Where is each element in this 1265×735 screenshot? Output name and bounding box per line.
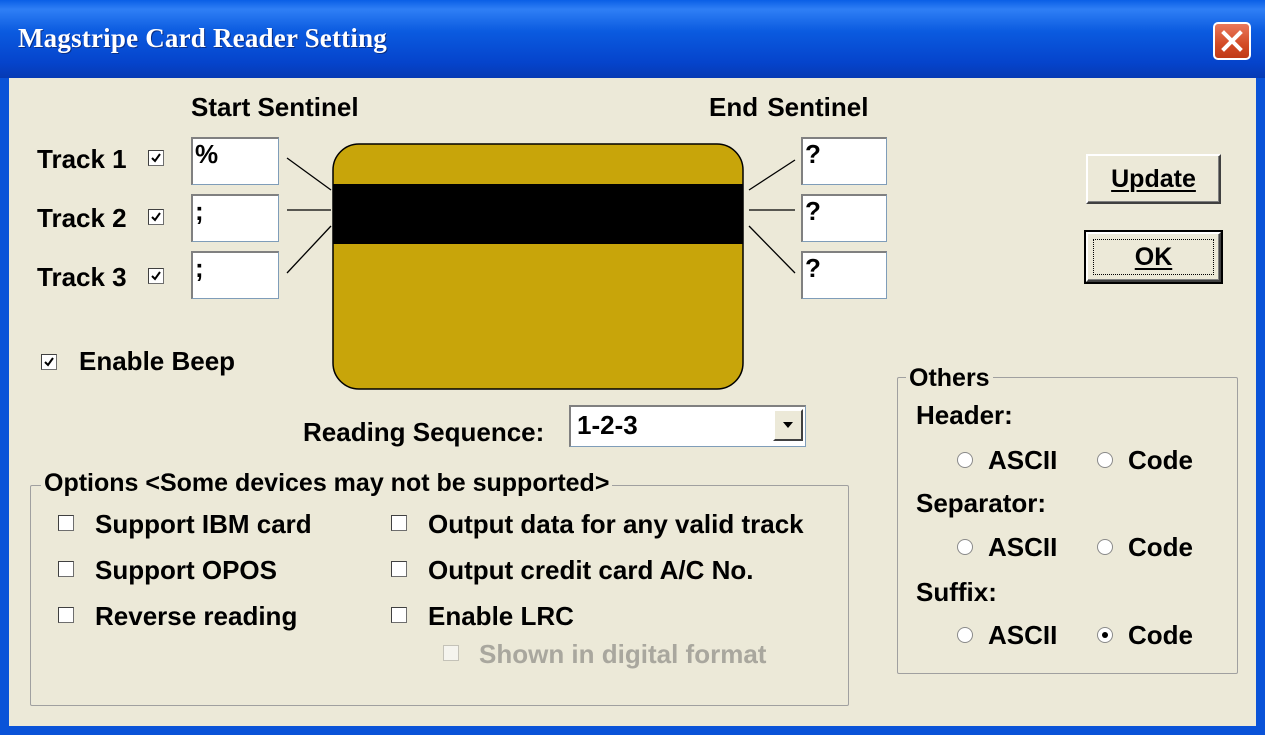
dropdown-arrow-button[interactable] [773,409,803,441]
suffix-ascii-label: ASCII [988,620,1058,650]
support-ibm-card-label: Support IBM card [95,509,312,539]
header-ascii-label: ASCII [988,445,1058,475]
track-3-checkbox[interactable] [148,268,164,284]
header-ascii-radio[interactable] [957,452,973,468]
reading-sequence-select[interactable]: 1-2-3 [569,405,806,447]
support-opos-label: Support OPOS [95,555,277,585]
shown-digital-format-checkbox [443,645,459,661]
track-2-label: Track 2 [37,203,127,233]
suffix-code-radio[interactable] [1097,627,1113,643]
support-opos-checkbox[interactable] [58,561,74,577]
reading-sequence-label: Reading Sequence: [303,417,545,447]
track-1-label: Track 1 [37,144,127,174]
enable-lrc-checkbox[interactable] [391,607,407,623]
track-1-start-line [286,157,332,191]
suffix-code-label: Code [1128,620,1193,650]
output-credit-card-checkbox[interactable] [391,561,407,577]
separator-ascii-radio[interactable] [957,539,973,555]
output-any-valid-track-label: Output data for any valid track [428,509,804,539]
dialog-window: Magstripe Card Reader Setting Start Sent… [0,0,1265,735]
header-label: Header: [916,400,1013,430]
magnetic-stripe [333,184,743,244]
check-icon [44,357,54,367]
dialog-client: Start Sentinel End Sentinel Track 1 % Tr… [9,78,1256,726]
close-button[interactable] [1213,22,1251,60]
reverse-reading-checkbox[interactable] [58,607,74,623]
update-button-label: Update [1111,165,1196,193]
card-body [332,143,744,390]
support-ibm-card-checkbox[interactable] [58,515,74,531]
track-3-end-field[interactable]: ? [801,251,887,299]
separator-ascii-label: ASCII [988,532,1058,562]
track-1-end-line [748,159,796,191]
separator-label: Separator: [916,488,1047,518]
track-1-start-field[interactable]: % [191,137,279,185]
output-any-valid-track-checkbox[interactable] [391,515,407,531]
track-3-start-field[interactable]: ; [191,251,279,299]
end-sentinel-label: End Sentinel [709,92,869,122]
track-2-checkbox[interactable] [148,209,164,225]
enable-beep-checkbox[interactable] [41,354,57,370]
suffix-ascii-radio[interactable] [957,627,973,643]
track-2-start-field[interactable]: ; [191,194,279,242]
suffix-label: Suffix: [916,577,997,607]
reverse-reading-label: Reverse reading [95,601,298,631]
enable-beep-label: Enable Beep [79,346,236,376]
check-icon [151,153,161,163]
track-1-checkbox[interactable] [148,150,164,166]
track-2-end-field[interactable]: ? [801,194,887,242]
update-button[interactable]: Update [1086,154,1221,204]
check-icon [151,212,161,222]
card-illustration [286,143,796,390]
others-group-title: Others [906,363,993,393]
chevron-down-icon [783,422,793,428]
start-sentinel-label: Start Sentinel [191,92,359,122]
track-1-end-field[interactable]: ? [801,137,887,185]
track-3-label: Track 3 [37,262,127,292]
header-code-label: Code [1128,445,1193,475]
reading-sequence-value: 1-2-3 [577,410,638,440]
output-credit-card-label: Output credit card A/C No. [428,555,754,585]
close-icon [1221,30,1243,52]
window-title: Magstripe Card Reader Setting [18,23,387,53]
enable-lrc-label: Enable LRC [428,601,574,631]
shown-digital-format-label: Shown in digital format [479,639,767,669]
separator-code-label: Code [1128,532,1193,562]
options-group-title: Options <Some devices may not be support… [41,468,613,498]
separator-code-radio[interactable] [1097,539,1113,555]
ok-focus-rect [1093,239,1214,275]
track-3-start-line [286,225,332,274]
header-code-radio[interactable] [1097,452,1113,468]
track-3-end-line [748,225,796,274]
title-bar[interactable]: Magstripe Card Reader Setting [0,0,1265,78]
check-icon [151,271,161,281]
